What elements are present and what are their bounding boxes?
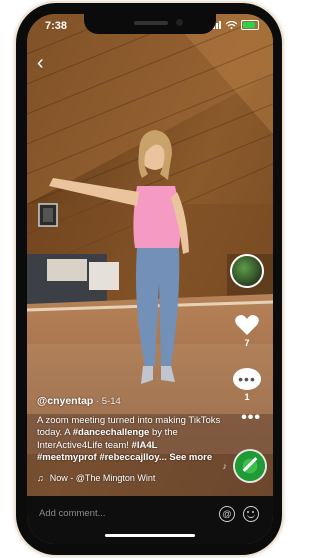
status-time: 7:38 (45, 20, 68, 32)
comment-bar: Add comment... @ (27, 496, 273, 544)
post-date-separator: · (95, 396, 100, 407)
music-title: Now - @The Mington Wint (49, 472, 156, 483)
action-rail: 7 ••• 1 (229, 254, 265, 402)
post-date: 5-14 (101, 396, 121, 407)
comment-count: 1 (244, 392, 250, 402)
comment-bubble-icon[interactable]: ••• (233, 368, 261, 390)
post-description: A zoom meeting turned into making TikTok… (37, 415, 227, 465)
notch (84, 14, 216, 34)
battery-icon (241, 20, 259, 30)
like-count: 7 (244, 338, 250, 348)
status-icons (210, 20, 259, 30)
creator-avatar[interactable] (230, 254, 264, 288)
hashtag-rebeccajlloy[interactable]: #rebeccajlloy... (99, 452, 166, 463)
hashtag-ia4l[interactable]: #IA4L (132, 440, 158, 451)
heart-icon[interactable] (235, 314, 259, 336)
see-more-link[interactable]: See more (169, 452, 212, 463)
floating-music-note-icon: ♪ (222, 461, 228, 471)
add-comment-input[interactable]: Add comment... (39, 508, 106, 519)
wifi-icon (226, 21, 237, 29)
hashtag-dancechallenge[interactable]: #dancechallenge (73, 427, 150, 438)
home-indicator (105, 534, 195, 537)
mention-at-icon[interactable]: @ (219, 506, 235, 522)
emoji-smile-icon[interactable] (243, 506, 259, 522)
music-note-icon: ♫ (37, 472, 44, 483)
post-caption: @cnyentap · 5-14 A zoom meeting turned i… (37, 395, 227, 484)
more-options-icon[interactable]: ••• (241, 409, 261, 427)
username-link[interactable]: @cnyentap (37, 395, 93, 407)
music-row[interactable]: ♫ Now - @The Mington Wint (37, 472, 227, 485)
back-chevron-icon[interactable]: ‹ (37, 52, 44, 75)
video-screen[interactable]: 7:38 ‹ 7 ••• 1 ••• @cnyentap · 5-14 A zo… (27, 14, 273, 544)
music-disc-icon[interactable] (233, 449, 267, 483)
hashtag-meetmyprof[interactable]: #meetmyprof (37, 452, 97, 463)
